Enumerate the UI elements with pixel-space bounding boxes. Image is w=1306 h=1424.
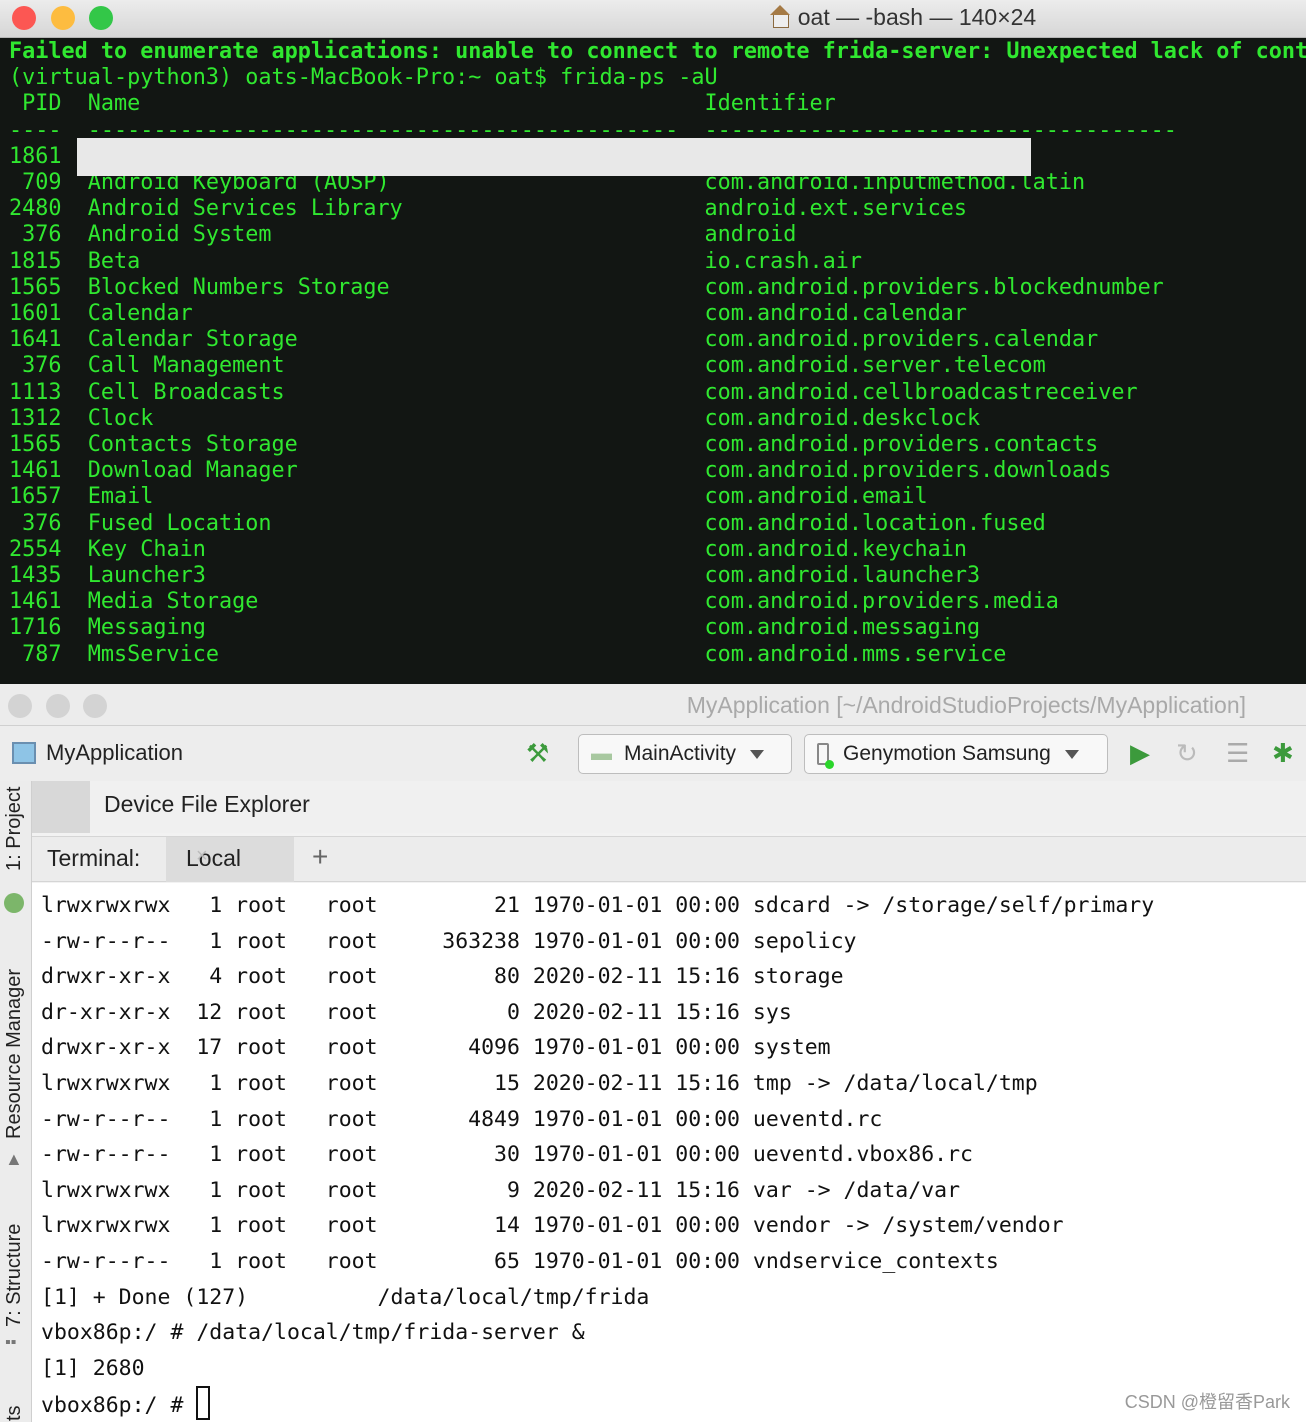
terminal-line: [1] + Done (127) /data/local/tmp/frida <box>41 1284 650 1310</box>
run-config-dropdown[interactable]: ▬ MainActivity <box>578 734 792 774</box>
tool-window-strip: 1: Project Resource Manager ▲ 7: Structu… <box>0 781 32 1422</box>
file-row: lrwxrwxrwx 1 root root 9 2020-02-11 15:1… <box>41 1177 961 1203</box>
minimize-button[interactable] <box>46 694 70 718</box>
project-breadcrumb[interactable]: MyApplication <box>12 740 183 766</box>
close-tab-icon[interactable]: × <box>196 845 208 868</box>
apply-code-changes-icon[interactable]: ☰ <box>1226 738 1249 769</box>
home-icon <box>769 5 790 28</box>
file-row: lrwxrwxrwx 1 root root 21 1970-01-01 00:… <box>41 893 1155 918</box>
project-icon <box>12 742 36 764</box>
process-row: 1601 Calendar com.android.calendar <box>9 301 967 327</box>
file-row: -rw-r--r-- 1 root root 4849 1970-01-01 0… <box>41 1106 883 1132</box>
device-dropdown[interactable]: Genymotion Samsung <box>804 734 1108 774</box>
side-tab-build-variants[interactable]: ts <box>3 1405 26 1421</box>
file-row: dr-xr-xr-x 12 root root 0 2020-02-11 15:… <box>41 999 792 1025</box>
side-tab-resource-manager[interactable]: Resource Manager <box>3 969 26 1139</box>
terminal-output[interactable]: Failed to enumerate applications: unable… <box>0 38 1306 668</box>
watermark: CSDN @橙留香Park <box>1124 1392 1290 1412</box>
redacted-row <box>77 138 1031 176</box>
android-icon: ▬ <box>591 742 612 765</box>
apply-changes-icon[interactable]: ↻ <box>1176 738 1198 769</box>
process-row: 1461 Download Manager com.android.provid… <box>9 458 1112 484</box>
add-tab-icon[interactable]: + <box>312 841 328 873</box>
debug-icon[interactable]: ✱ <box>1272 738 1294 769</box>
file-row: lrwxrwxrwx 1 root root 15 2020-02-11 15:… <box>41 1070 1038 1096</box>
structure-icon: ▪▪ <box>5 1334 17 1351</box>
panel-title: Device File Explorer <box>104 791 310 817</box>
chevron-down-icon <box>750 749 765 759</box>
process-row: 376 Fused Location com.android.location.… <box>22 510 1046 536</box>
tab-local[interactable]: Local × <box>166 837 294 882</box>
table-header: PID Name Identifier <box>9 91 836 117</box>
process-row: 1312 Clock com.android.deskclock <box>9 405 981 431</box>
file-row: drwxr-xr-x 17 root root 4096 1970-01-01 … <box>41 1035 831 1061</box>
first-pid: 1861 <box>9 143 62 169</box>
process-row: 1565 Blocked Numbers Storage com.android… <box>9 274 1164 300</box>
error-line: Failed to enumerate applications: unable… <box>9 39 1306 64</box>
terminal-label: Terminal: <box>47 845 141 871</box>
process-row: 2480 Android Services Library android.ex… <box>9 196 967 222</box>
device-file-explorer-header: Device File Explorer <box>32 781 1306 833</box>
text-cursor <box>196 1386 211 1421</box>
chevron-down-icon <box>1064 749 1079 759</box>
android-icon <box>4 893 24 913</box>
resource-icon: ▲ <box>5 1149 23 1169</box>
process-row: 1461 Media Storage com.android.providers… <box>9 589 1059 615</box>
process-row: 1435 Launcher3 com.android.launcher3 <box>9 563 981 589</box>
device-icon <box>817 743 834 769</box>
window-title: oat — -bash — 140×24 <box>797 4 1037 30</box>
run-icon[interactable]: ▶ <box>1130 738 1150 769</box>
file-row: -rw-r--r-- 1 root root 363238 1970-01-01… <box>41 928 857 954</box>
studio-titlebar: MyApplication [~/AndroidStudioProjects/M… <box>0 684 1306 726</box>
process-row: 1565 Contacts Storage com.android.provid… <box>9 432 1099 458</box>
process-row: 1716 Messaging com.android.messaging <box>9 615 981 641</box>
process-row: 787 MmsService com.android.mms.service <box>9 641 1007 667</box>
terminal-line: [1] 2680 <box>41 1355 145 1381</box>
mac-titlebar: oat — -bash — 140×24 <box>0 0 1306 38</box>
mac-terminal-window: oat — -bash — 140×24 Failed to enumerate… <box>0 0 1306 684</box>
process-row: 1815 Beta io.crash.air <box>9 248 862 274</box>
side-tab-project[interactable]: 1: Project <box>3 787 26 871</box>
process-row: 376 Call Management com.android.server.t… <box>22 353 1046 379</box>
process-row: 1641 Calendar Storage com.android.provid… <box>9 327 1099 353</box>
shell-prompt: vbox86p:/ # <box>41 1393 197 1419</box>
window-title: MyApplication [~/AndroidStudioProjects/M… <box>686 692 1246 718</box>
file-row: -rw-r--r-- 1 root root 30 1970-01-01 00:… <box>41 1142 973 1168</box>
android-studio-window: MyApplication [~/AndroidStudioProjects/M… <box>0 684 1306 1422</box>
process-row: 2554 Key Chain com.android.keychain <box>9 536 967 562</box>
terminal-tabs: Terminal: Local × + <box>32 836 1306 882</box>
process-row: 1113 Cell Broadcasts com.android.cellbro… <box>9 379 1138 405</box>
process-row: 376 Android System android <box>22 222 797 248</box>
prompt-line: (virtual-python3) oats-MacBook-Pro:~ oat… <box>9 65 718 91</box>
file-row: drwxr-xr-x 4 root root 80 2020-02-11 15:… <box>41 964 844 990</box>
process-row: 1657 Email com.android.email <box>9 484 928 510</box>
file-row: lrwxrwxrwx 1 root root 14 1970-01-01 00:… <box>41 1213 1064 1239</box>
side-tab-structure[interactable]: 7: Structure <box>3 1224 26 1327</box>
hammer-build-icon[interactable]: ⚒ <box>526 738 549 769</box>
toolbar: MyApplication ⚒ ▬ MainActivity Genymotion… <box>0 726 1306 782</box>
close-button[interactable] <box>8 694 32 718</box>
terminal-line: vbox86p:/ # /data/local/tmp/frida-server… <box>41 1320 585 1346</box>
zoom-button[interactable] <box>83 694 107 718</box>
studio-terminal[interactable]: lrwxrwxrwx 1 root root 21 1970-01-01 00:… <box>32 883 1306 1422</box>
file-row: -rw-r--r-- 1 root root 65 1970-01-01 00:… <box>41 1248 999 1274</box>
